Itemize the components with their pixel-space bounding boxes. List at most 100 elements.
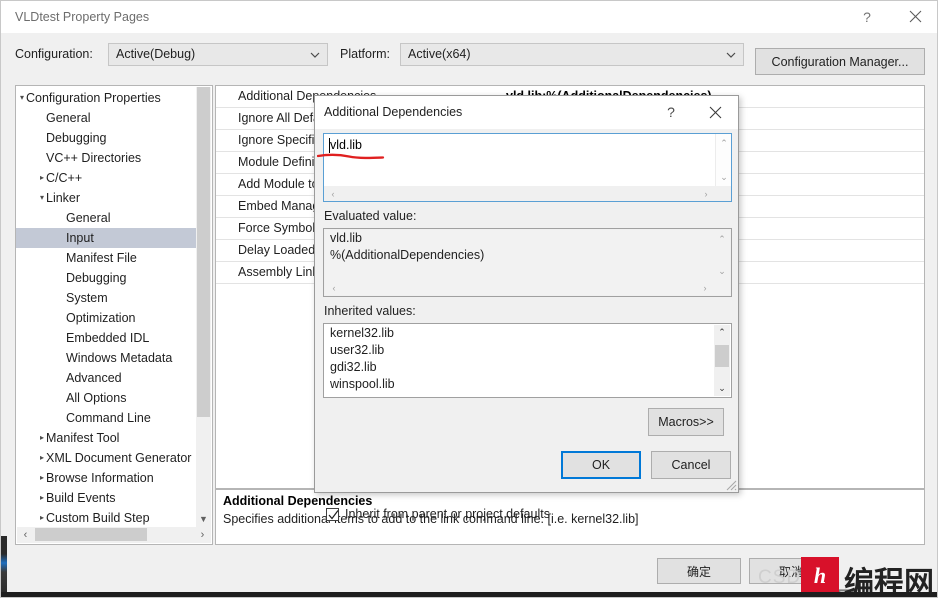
tree-item-configuration-properties[interactable]: ▾ Configuration Properties — [16, 88, 196, 108]
dialog-help-button[interactable]: ? — [650, 96, 692, 128]
tree-item-optimization[interactable]: Optimization — [16, 308, 196, 328]
tree-item-manifest-file[interactable]: Manifest File — [16, 248, 196, 268]
input-horizontal-scrollbar[interactable]: ‹ › — [324, 186, 731, 201]
inherited-value-item[interactable]: winspool.lib — [325, 376, 714, 393]
tree-horizontal-scrollbar[interactable]: ‹ › — [17, 527, 211, 543]
chevron-right-icon[interactable]: ▸ — [34, 488, 50, 508]
evaluated-value-line: %(AdditionalDependencies) — [330, 248, 485, 262]
inherit-defaults-checkbox[interactable]: Inherit from parent or project defaults — [326, 507, 550, 521]
evaluated-horizontal-scrollbar[interactable]: ‹ › — [325, 280, 730, 295]
tree-item-advanced[interactable]: Advanced — [16, 368, 196, 388]
tree-item-debugging[interactable]: Debugging — [16, 128, 196, 148]
inherited-value-item[interactable]: user32.lib — [325, 342, 714, 359]
tree-item-label: Build Events — [46, 491, 116, 505]
tree-scroll-thumb[interactable] — [197, 87, 210, 417]
dialog-cancel-button[interactable]: Cancel — [651, 451, 731, 479]
tree-item-all-options[interactable]: All Options — [16, 388, 196, 408]
inherited-values-list[interactable]: kernel32.lib user32.lib gdi32.lib winspool.… — [323, 323, 732, 398]
chevron-down-icon[interactable]: ▾ — [34, 188, 50, 208]
tree-item-label: All Options — [66, 391, 127, 405]
tree-item-build-events[interactable]: ▸ Build Events — [16, 488, 196, 508]
dependencies-input[interactable]: vld.lib ⌃ ⌄ ‹ › — [323, 133, 732, 202]
platform-dropdown[interactable]: Active(x64) — [400, 43, 744, 66]
scroll-left-icon[interactable]: ‹ — [327, 280, 341, 295]
tree-item-system[interactable]: System — [16, 288, 196, 308]
window-titlebar: VLDtest Property Pages ? — [1, 1, 937, 33]
tree-item-label: Windows Metadata — [66, 351, 173, 365]
chevron-right-icon[interactable]: ▸ — [34, 448, 50, 468]
scroll-down-icon[interactable]: ⌄ — [714, 265, 730, 277]
tree-item-browse-information[interactable]: ▸ Browse Information — [16, 468, 196, 488]
scroll-right-icon[interactable]: › — [194, 527, 211, 543]
screen-edge-artifact — [1, 536, 7, 596]
checkmark-icon — [328, 509, 339, 519]
tree-item-general[interactable]: General — [16, 108, 196, 128]
chevron-down-icon[interactable]: ▾ — [16, 88, 30, 108]
configuration-tree[interactable]: ▾ Configuration Properties General Debuggin… — [15, 85, 213, 545]
tree-item-c-c[interactable]: ▸ C/C++ — [16, 168, 196, 188]
tree-item-label: Browse Information — [46, 471, 154, 485]
scroll-left-icon[interactable]: ‹ — [17, 527, 34, 543]
checkbox-box — [326, 507, 339, 521]
chevron-down-icon — [310, 52, 320, 58]
scroll-down-icon[interactable]: ⌄ — [716, 171, 731, 183]
tree-item-command-line[interactable]: Command Line — [16, 408, 196, 428]
dialog-ok-button[interactable]: OK — [561, 451, 641, 479]
tree-item-label: General — [46, 111, 91, 125]
tree-item-windows-metadata[interactable]: Windows Metadata — [16, 348, 196, 368]
tree-item-general[interactable]: General — [16, 208, 196, 228]
tree-item-xml-document-generator[interactable]: ▸ XML Document Generator — [16, 448, 196, 468]
tree-item-vc-directories[interactable]: VC++ Directories — [16, 148, 196, 168]
scroll-down-icon[interactable]: ⌄ — [714, 382, 730, 395]
help-button[interactable]: ? — [845, 1, 889, 32]
scroll-right-icon[interactable]: › — [698, 280, 712, 295]
tree-item-input[interactable]: Input — [16, 228, 196, 248]
tree-item-embedded-idl[interactable]: Embedded IDL — [16, 328, 196, 348]
tree-item-label: Configuration Properties — [26, 91, 161, 105]
question-mark-icon: ? — [667, 104, 675, 120]
evaluated-value-line: vld.lib — [330, 231, 362, 245]
dialog-close-button[interactable] — [694, 96, 736, 128]
dialog-titlebar: Additional Dependencies ? — [315, 96, 738, 129]
chevron-right-icon[interactable]: ▸ — [34, 428, 50, 448]
resize-grip-icon[interactable] — [723, 477, 737, 491]
chevron-right-icon[interactable]: ▸ — [34, 168, 50, 188]
scroll-up-icon[interactable]: ⌃ — [714, 326, 730, 339]
tree-item-debugging[interactable]: Debugging — [16, 268, 196, 288]
scroll-up-icon[interactable]: ⌃ — [716, 137, 731, 149]
inherited-scroll-thumb[interactable] — [715, 345, 729, 367]
tree-item-label: C/C++ — [46, 171, 83, 185]
configuration-manager-button[interactable]: Configuration Manager... — [755, 48, 925, 75]
scroll-right-icon[interactable]: › — [699, 186, 713, 201]
macros-button[interactable]: Macros>> — [648, 408, 724, 436]
platform-value: Active(x64) — [408, 47, 471, 61]
close-icon — [909, 10, 921, 23]
inherited-vertical-scrollbar[interactable]: ⌃ ⌄ — [714, 325, 730, 396]
tree-item-linker[interactable]: ▾ Linker — [16, 188, 196, 208]
tree-item-label: Embedded IDL — [66, 331, 150, 345]
tree-item-label: XML Document Generator — [46, 451, 192, 465]
scroll-down-icon[interactable]: ▼ — [196, 511, 211, 527]
scroll-left-icon[interactable]: ‹ — [326, 186, 340, 201]
tree-item-manifest-tool[interactable]: ▸ Manifest Tool — [16, 428, 196, 448]
chevron-down-icon — [726, 52, 736, 58]
scroll-up-icon[interactable]: ⌃ — [714, 233, 730, 245]
tree-item-label: Debugging — [46, 131, 107, 145]
ok-button[interactable]: 确定 — [657, 558, 741, 584]
chevron-right-icon[interactable]: ▸ — [34, 508, 50, 528]
configuration-dropdown[interactable]: Active(Debug) — [108, 43, 328, 66]
window-bottom-strip — [1, 592, 937, 597]
evaluated-vertical-scrollbar[interactable]: ⌃ ⌄ — [714, 230, 730, 280]
tree-hscroll-thumb[interactable] — [35, 528, 147, 541]
input-vertical-scrollbar[interactable]: ⌃ ⌄ — [715, 134, 731, 186]
inherited-value-item[interactable]: kernel32.lib — [325, 325, 714, 342]
inherited-value-item[interactable]: gdi32.lib — [325, 359, 714, 376]
tree-item-label: Linker — [46, 191, 81, 205]
chevron-right-icon[interactable]: ▸ — [34, 468, 50, 488]
evaluated-value-label: Evaluated value: — [324, 209, 417, 223]
inherit-defaults-label: Inherit from parent or project defaults — [345, 507, 550, 521]
close-button[interactable] — [893, 1, 937, 32]
description-title: Additional Dependencies — [223, 494, 373, 508]
tree-item-custom-build-step[interactable]: ▸ Custom Build Step — [16, 508, 196, 528]
tree-vertical-scrollbar[interactable]: ▲ ▼ — [196, 87, 211, 527]
